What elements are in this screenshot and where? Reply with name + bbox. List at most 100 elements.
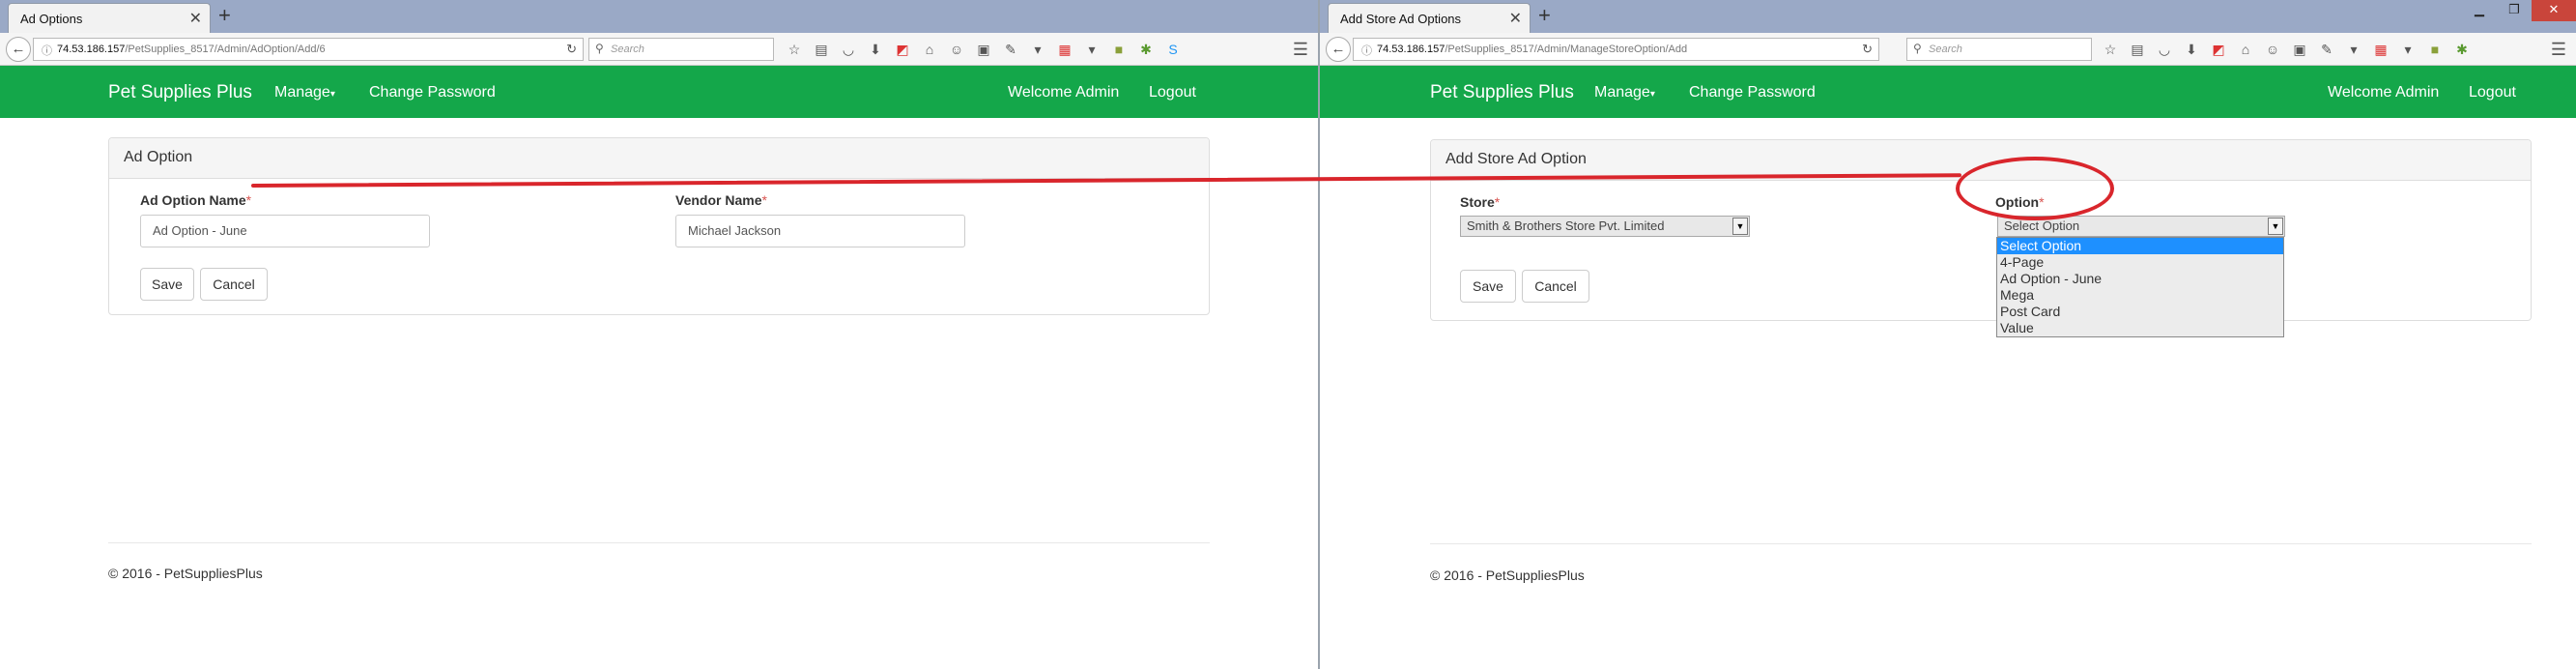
extension-flag-icon[interactable]: ▦ [1055,40,1074,59]
dropdown-option[interactable]: Value [1997,320,2283,336]
extension-green-icon[interactable]: ✱ [1136,40,1156,59]
save-button[interactable]: Save [140,268,194,301]
dropdown-icon[interactable]: ▾ [1028,40,1047,59]
toolbar-icons: ☆ ▤ ◡ ⬇ ◩ ⌂ ☺ ▣ ✎ ▾ ▦ ▾ ■ ✱ [2101,40,2472,59]
dropdown-option[interactable]: Mega [1997,287,2283,304]
dropdown-option[interactable]: Ad Option - June [1997,271,2283,287]
nav-change-password[interactable]: Change Password [369,84,496,102]
extension-green-icon[interactable]: ✱ [2452,40,2472,59]
new-tab-icon[interactable]: + [1538,5,1551,26]
url-bar[interactable]: ⓘ 74.53.186.157/PetSupplies_8517/Admin/M… [1353,38,1879,61]
tab-title: Add Store Ad Options [1340,12,1462,26]
extension-note-icon[interactable]: ■ [2425,40,2445,59]
screenshot-icon[interactable]: ▣ [2290,40,2309,59]
tab-strip: Ad Options ✕ + [0,0,1318,33]
store-select[interactable]: Smith & Brothers Store Pvt. Limited ▼ [1460,216,1750,237]
tools-icon[interactable]: ✎ [2317,40,2336,59]
download-icon[interactable]: ⬇ [2182,40,2201,59]
chevron-down-icon[interactable]: ▼ [1732,218,1748,235]
dropdown-option[interactable]: 4-Page [1997,254,2283,271]
cancel-button[interactable]: Cancel [200,268,268,301]
ad-option-panel: Ad Option Ad Option Name* Ad Option - Ju… [108,137,1210,315]
nav-logout[interactable]: Logout [1149,84,1196,102]
browser-toolbar: ← ⓘ 74.53.186.157/PetSupplies_8517/Admin… [1320,33,2576,66]
pocket-icon[interactable]: ◡ [2155,40,2174,59]
ad-option-name-input[interactable]: Ad Option - June [140,215,430,247]
dropdown-icon[interactable]: ▾ [2344,40,2363,59]
dropdown-icon-2[interactable]: ▾ [1082,40,1102,59]
reload-icon[interactable]: ↻ [566,42,577,57]
ad-option-name-label-text: Ad Option Name [140,192,246,208]
nav-welcome[interactable]: Welcome Admin [2328,84,2439,102]
site-navbar: Pet Supplies Plus Manage▾ Change Passwor… [0,66,1318,118]
extension-flag-icon[interactable]: ▦ [2371,40,2390,59]
dropdown-option[interactable]: Select Option [1997,238,2283,254]
nav-manage[interactable]: Manage▾ [1594,84,1655,102]
reading-list-icon[interactable]: ▤ [812,40,831,59]
info-icon[interactable]: ⓘ [42,43,52,58]
bookmark-star-icon[interactable]: ☆ [2101,40,2120,59]
download-icon[interactable]: ⬇ [866,40,885,59]
url-text: 74.53.186.157/PetSupplies_8517/Admin/Man… [1377,44,1687,55]
info-icon[interactable]: ⓘ [1361,43,1372,58]
home-icon[interactable]: ⌂ [920,40,939,59]
panel-title: Ad Option [124,149,193,165]
url-path: /PetSupplies_8517/Admin/AdOption/Add/6 [125,44,326,55]
window-controls: ▁ ❐ ✕ [2462,0,2576,21]
required-mark: * [245,192,252,208]
nav-logout[interactable]: Logout [2469,84,2516,102]
tab-ad-options[interactable]: Ad Options ✕ [8,3,211,33]
brand-logo[interactable]: Pet Supplies Plus [108,82,252,103]
cancel-button[interactable]: Cancel [1522,270,1589,303]
url-bar[interactable]: ⓘ 74.53.186.157/PetSupplies_8517/Admin/A… [33,38,584,61]
chat-icon[interactable]: ☺ [947,40,966,59]
tab-strip: Add Store Ad Options ✕ + ▁ ❐ ✕ [1320,0,2576,33]
close-window-icon[interactable]: ✕ [2532,0,2576,21]
required-mark: * [761,192,767,208]
tab-add-store-ad-options[interactable]: Add Store Ad Options ✕ [1328,3,1531,33]
vendor-name-label-text: Vendor Name [675,192,762,208]
search-input[interactable]: ⚲ Search [588,38,774,61]
dropdown-icon-2[interactable]: ▾ [2398,40,2418,59]
vendor-name-label: Vendor Name* [675,192,767,208]
tab-close-icon[interactable]: ✕ [1509,9,1522,28]
dropdown-option[interactable]: Post Card [1997,304,2283,320]
extension-red-icon[interactable]: ◩ [2209,40,2228,59]
caret-down-icon: ▾ [1649,89,1655,100]
home-icon[interactable]: ⌂ [2236,40,2255,59]
hamburger-menu-icon[interactable]: ☰ [2551,40,2566,60]
browser-toolbar: ← ⓘ 74.53.186.157/PetSupplies_8517/Admin… [0,33,1318,66]
minimize-icon[interactable]: ▁ [2462,0,2497,21]
nav-change-password[interactable]: Change Password [1689,84,1816,102]
caret-down-icon: ▾ [329,89,335,100]
footer-divider [1430,543,2532,544]
reload-icon[interactable]: ↻ [1862,42,1873,57]
search-input[interactable]: ⚲ Search [1906,38,2092,61]
search-icon: ⚲ [1913,42,1922,55]
tools-icon[interactable]: ✎ [1001,40,1020,59]
pocket-icon[interactable]: ◡ [839,40,858,59]
back-arrow-icon[interactable]: ← [6,37,31,62]
brand-logo[interactable]: Pet Supplies Plus [1430,82,1574,103]
back-arrow-icon[interactable]: ← [1326,37,1351,62]
new-tab-icon[interactable]: + [218,5,231,26]
save-button[interactable]: Save [1460,270,1516,303]
screenshot-icon[interactable]: ▣ [974,40,993,59]
chevron-down-icon[interactable]: ▼ [2268,218,2283,235]
panel-heading: Ad Option [109,138,1209,179]
nav-welcome[interactable]: Welcome Admin [1008,84,1119,102]
tab-close-icon[interactable]: ✕ [189,9,202,28]
nav-manage[interactable]: Manage▾ [274,84,335,102]
footer-copyright: © 2016 - PetSuppliesPlus [1430,567,1585,583]
extension-note-icon[interactable]: ■ [1109,40,1129,59]
vendor-name-input[interactable]: Michael Jackson [675,215,965,247]
tab-title: Ad Options [20,12,83,26]
reading-list-icon[interactable]: ▤ [2128,40,2147,59]
hamburger-menu-icon[interactable]: ☰ [1293,40,1308,60]
skype-icon[interactable]: S [1163,40,1183,59]
extension-red-icon[interactable]: ◩ [893,40,912,59]
option-dropdown-list[interactable]: Select Option 4-Page Ad Option - June Me… [1996,237,2284,337]
restore-icon[interactable]: ❐ [2497,0,2532,21]
chat-icon[interactable]: ☺ [2263,40,2282,59]
bookmark-star-icon[interactable]: ☆ [785,40,804,59]
